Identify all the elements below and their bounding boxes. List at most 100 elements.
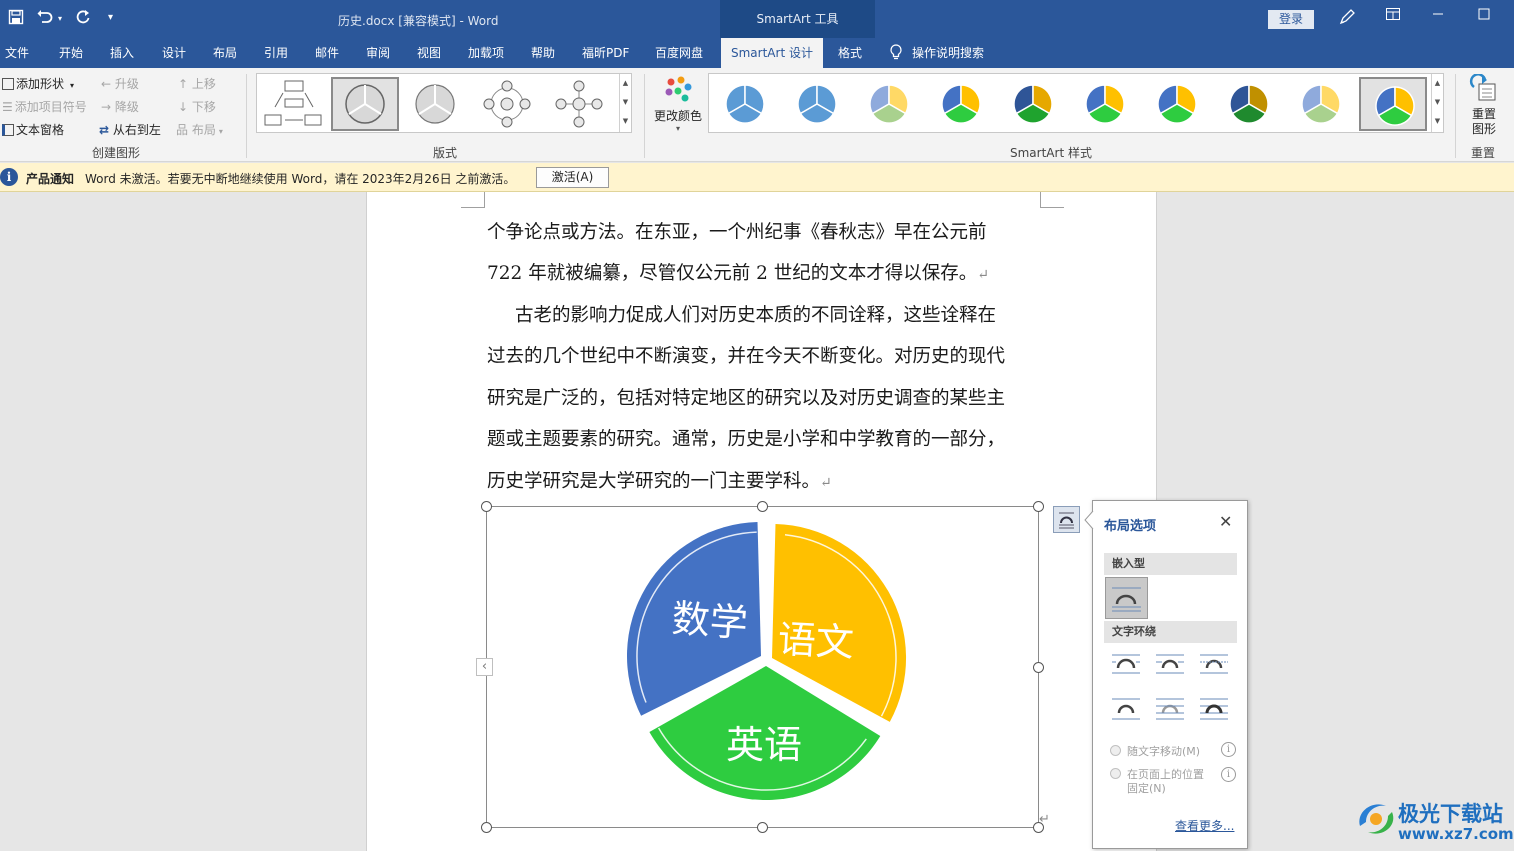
smartart-styles-gallery: ▲ ▼ ▼ [708,73,1444,133]
tab-design[interactable]: 设计 [162,38,186,68]
tell-me-search[interactable]: 操作说明搜索 [890,38,984,68]
layout-radial-cycle-thumbnail[interactable] [473,77,541,131]
move-up-button[interactable]: ↑ 上移 [178,75,216,92]
ribbon-divider [246,74,247,158]
document-title: 历史.docx [兼容模式] - Word [338,14,499,28]
tab-help[interactable]: 帮助 [531,38,555,68]
segment-label-chinese[interactable]: 语文 [777,608,856,667]
radio-button[interactable] [1110,745,1121,756]
tab-home[interactable]: 开始 [59,38,83,68]
layout-radial-thumbnail[interactable] [545,77,613,131]
fix-position-option[interactable]: 在页面上的位置 固定(N) [1110,768,1204,796]
wrap-in-front-of-text-icon[interactable] [1199,695,1229,723]
tab-smartart-design[interactable]: SmartArt 设计 [721,38,823,68]
see-more-link[interactable]: 查看更多... [1175,817,1234,834]
move-down-button[interactable]: ↓ 下移 [178,98,216,115]
wrap-through-icon[interactable] [1199,651,1229,679]
gallery-down-icon[interactable]: ▼ [1432,93,1443,112]
gallery-down-icon[interactable]: ▼ [620,93,631,112]
right-to-left-icon: ⇄ [99,123,110,137]
line-text: 722 年就被编纂，尽管仅公元前 2 世纪的文本才得以保存。 [487,263,978,284]
smartart-style-thumbnail[interactable] [1359,77,1427,131]
wrap-tight-icon[interactable] [1155,651,1185,679]
wrap-inline-icon[interactable] [1105,577,1148,619]
info-icon[interactable]: i [1221,742,1236,757]
smartart-style-thumbnail[interactable] [711,77,779,131]
tab-foxit-pdf[interactable]: 福昕PDF [582,38,629,68]
right-to-left-button[interactable]: ⇄ 从右到左 [99,121,161,138]
ribbon-divider [1455,74,1456,158]
tab-view[interactable]: 视图 [417,38,441,68]
undo-dropdown-icon[interactable]: ▾ [58,14,62,23]
add-bullet-button[interactable]: ☰ 添加项目符号 [2,98,87,115]
layout-button[interactable]: 品 布局 ▾ [176,121,223,138]
smartart-style-thumbnail[interactable] [927,77,995,131]
add-shape-dropdown-icon: ▾ [70,81,75,90]
gallery-more-icon[interactable]: ▼ [620,112,631,131]
activate-button[interactable]: 激活(A) [536,167,609,188]
maximize-icon[interactable] [1478,8,1490,24]
promote-button[interactable]: ← 升级 [101,75,139,92]
smartart-style-thumbnail[interactable] [783,77,851,131]
ribbon-display-options-icon[interactable] [1386,8,1400,24]
resize-handle[interactable] [1033,501,1044,512]
demote-button[interactable]: → 降级 [101,98,139,115]
smartart-style-thumbnail[interactable] [1287,77,1355,131]
wrap-top-bottom-icon[interactable] [1111,695,1141,723]
text-pane-button[interactable]: 文本窗格 [2,121,64,138]
wrap-behind-text-icon[interactable] [1155,695,1185,723]
smartart-style-thumbnail[interactable] [855,77,923,131]
title-bar: ▾ ▾ 历史.docx [兼容模式] - Word SmartArt 工具 登录 [0,0,1514,38]
tab-format[interactable]: 格式 [838,38,862,68]
watermark-name: 极光下载站 [1398,802,1503,826]
tab-layout[interactable]: 布局 [213,38,237,68]
add-shape-button[interactable]: 添加形状 ▾ [2,75,74,92]
resize-handle[interactable] [481,822,492,833]
smartart-style-thumbnail[interactable] [1071,77,1139,131]
demote-arrow-icon: → [101,100,112,114]
close-icon[interactable]: ✕ [1219,512,1232,531]
layout-options-panel: 布局选项 ✕ 嵌入型 文字环绕 随文字移动(M) i 在页面上的位置 固定(N)… [1092,500,1248,849]
layouts-gallery-scroll[interactable]: ▲ ▼ ▼ [619,74,631,132]
layout-cycle-arrows-thumbnail[interactable] [331,77,399,131]
layout-basic-pie-thumbnail[interactable] [401,77,469,131]
resize-handle[interactable] [1033,662,1044,673]
tab-baidu-netdisk[interactable]: 百度网盘 [655,38,703,68]
layout-hierarchy-thumbnail[interactable] [261,77,329,131]
styles-gallery-scroll[interactable]: ▲ ▼ ▼ [1431,74,1443,132]
tab-references[interactable]: 引用 [264,38,288,68]
smartart-style-thumbnail[interactable] [1143,77,1211,131]
undo-icon[interactable] [36,9,54,29]
gallery-more-icon[interactable]: ▼ [1432,112,1443,131]
radio-button[interactable] [1110,768,1121,779]
save-icon[interactable] [8,9,24,29]
reset-graphic-button[interactable]: 重置图形 [1464,73,1504,137]
tab-file[interactable]: 文件 [5,38,29,68]
gallery-up-icon[interactable]: ▲ [1432,74,1443,93]
resize-handle[interactable] [481,501,492,512]
gallery-up-icon[interactable]: ▲ [620,74,631,93]
right-to-left-label: 从右到左 [112,123,161,137]
smartart-style-thumbnail[interactable] [1215,77,1283,131]
segment-label-english[interactable]: 英语 [726,714,802,769]
resize-handle[interactable] [757,822,768,833]
layout-options-button[interactable] [1053,506,1080,533]
wrap-square-icon[interactable] [1111,651,1141,679]
login-button[interactable]: 登录 [1268,10,1314,29]
change-colors-button[interactable]: 更改颜色 ▾ [652,74,704,133]
segment-label-math[interactable]: 数学 [670,587,750,647]
tab-addins[interactable]: 加载项 [468,38,504,68]
smartart-style-thumbnail[interactable] [999,77,1067,131]
customize-quick-access-icon[interactable]: ▾ [108,12,113,23]
tab-insert[interactable]: 插入 [110,38,134,68]
text-pane-toggle-button[interactable]: ‹ [476,658,493,676]
tab-review[interactable]: 审阅 [366,38,390,68]
move-with-text-option[interactable]: 随文字移动(M) [1110,743,1200,759]
redo-icon[interactable] [75,9,91,29]
pen-icon[interactable] [1338,8,1356,30]
change-colors-dropdown-icon: ▾ [675,124,680,133]
resize-handle[interactable] [757,501,768,512]
tab-mailings[interactable]: 邮件 [315,38,339,68]
info-icon[interactable]: i [1221,767,1236,782]
minimize-icon[interactable] [1432,8,1444,24]
